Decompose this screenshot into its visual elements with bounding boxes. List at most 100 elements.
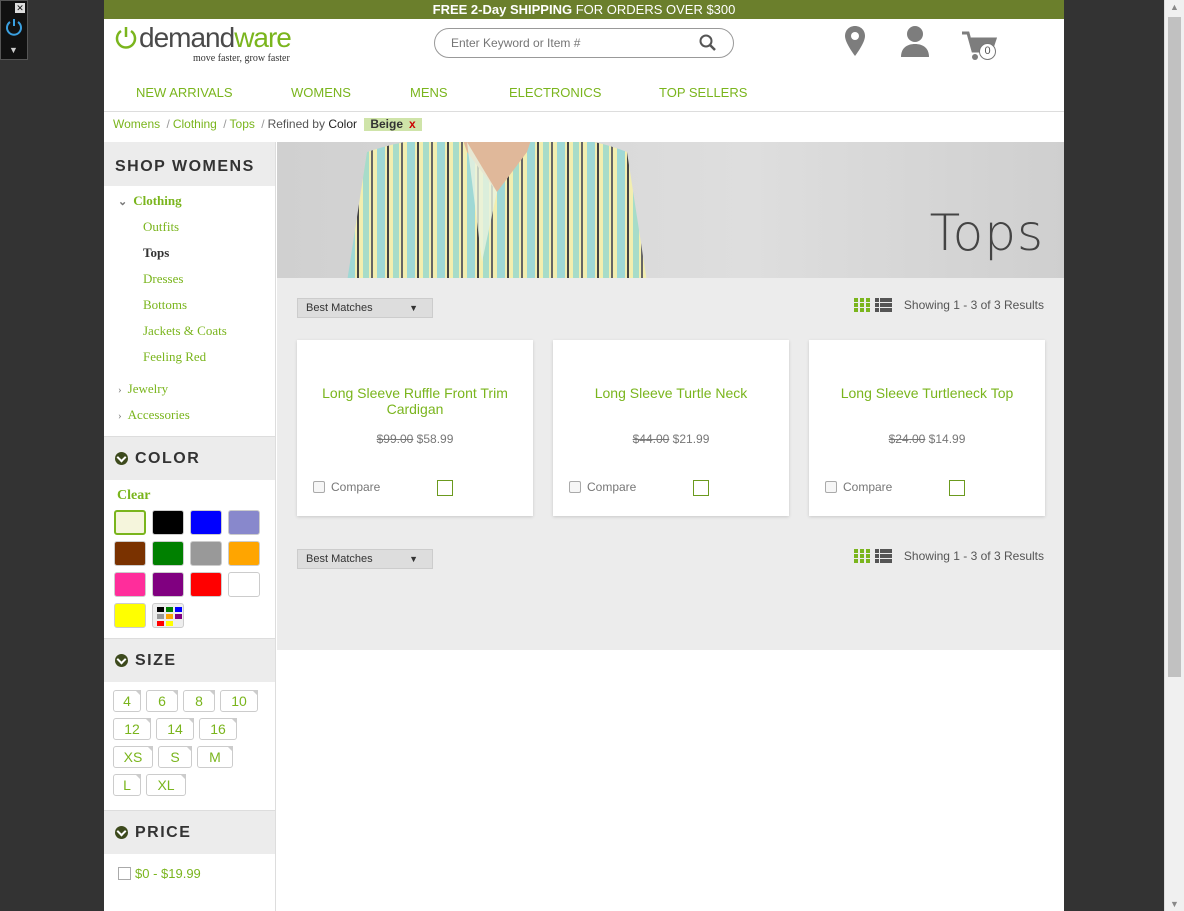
size-option[interactable]: XL bbox=[146, 774, 186, 796]
category-jewelry[interactable]: › Jewelry bbox=[104, 376, 275, 402]
compare-checkbox[interactable]: Compare bbox=[313, 480, 380, 494]
product-name[interactable]: Long Sleeve Turtle Neck bbox=[553, 340, 789, 432]
search-icon[interactable] bbox=[699, 34, 717, 52]
compare-checkbox[interactable]: Compare bbox=[569, 480, 636, 494]
nav-new-arrivals[interactable]: NEW ARRIVALS bbox=[136, 85, 291, 100]
wishlist-checkbox[interactable] bbox=[949, 480, 965, 496]
nav-electronics[interactable]: ELECTRONICS bbox=[509, 85, 659, 100]
breadcrumb-womens[interactable]: Womens bbox=[113, 117, 160, 131]
color-swatch[interactable] bbox=[114, 572, 146, 597]
account-icon[interactable] bbox=[900, 25, 930, 57]
sort-select-bottom[interactable]: Best Matches ▼ bbox=[297, 549, 433, 569]
scrollbar-thumb[interactable] bbox=[1168, 17, 1181, 677]
logo-tagline: move faster, grow faster bbox=[193, 53, 290, 64]
color-swatch[interactable] bbox=[228, 510, 260, 535]
size-option[interactable]: 16 bbox=[199, 718, 237, 740]
category-list: ⌄ Clothing Outfits Tops Dresses Bottoms J… bbox=[104, 188, 275, 436]
color-refinement-header[interactable]: COLOR bbox=[104, 436, 275, 480]
checkbox[interactable] bbox=[313, 481, 325, 493]
color-swatch[interactable] bbox=[152, 541, 184, 566]
breadcrumb-refine-attr: Color bbox=[328, 117, 357, 131]
color-swatch[interactable] bbox=[152, 603, 184, 628]
view-toggle-top[interactable] bbox=[854, 298, 892, 312]
nav-top-sellers[interactable]: TOP SELLERS bbox=[659, 85, 747, 100]
color-swatch[interactable] bbox=[190, 541, 222, 566]
category-dresses[interactable]: Dresses bbox=[104, 266, 275, 292]
product-list-price: $99.00 bbox=[376, 432, 414, 446]
color-swatch[interactable] bbox=[228, 572, 260, 597]
product-name[interactable]: Long Sleeve Turtleneck Top bbox=[809, 340, 1045, 432]
color-swatch[interactable] bbox=[190, 510, 222, 535]
color-swatch[interactable] bbox=[114, 541, 146, 566]
size-option[interactable]: 6 bbox=[146, 690, 178, 712]
size-option[interactable]: XS bbox=[113, 746, 153, 768]
category-outfits[interactable]: Outfits bbox=[104, 214, 275, 240]
product-grid-area: Best Matches ▼ Showing 1 - 3 of 3 Results… bbox=[277, 278, 1064, 650]
breadcrumb-tops[interactable]: Tops bbox=[230, 117, 255, 131]
category-clothing[interactable]: ⌄ Clothing bbox=[104, 188, 275, 214]
compare-checkbox[interactable]: Compare bbox=[825, 480, 892, 494]
price-checkbox[interactable] bbox=[118, 867, 131, 880]
wishlist-checkbox[interactable] bbox=[437, 480, 453, 496]
chevron-down-icon[interactable]: ▼ bbox=[9, 45, 18, 55]
power-logo-icon bbox=[115, 27, 137, 49]
color-swatches bbox=[104, 506, 275, 638]
product-name[interactable]: Long Sleeve Ruffle Front Trim Cardigan bbox=[297, 340, 533, 432]
product-tile[interactable]: Long Sleeve Ruffle Front Trim Cardigan $9… bbox=[297, 340, 533, 516]
remove-refinement-button[interactable]: x bbox=[409, 117, 416, 131]
dropdown-arrow-icon: ▼ bbox=[409, 303, 418, 313]
nav-womens[interactable]: WOMENS bbox=[291, 85, 410, 100]
size-option[interactable]: 10 bbox=[220, 690, 258, 712]
size-option[interactable]: L bbox=[113, 774, 141, 796]
scroll-up-arrow-icon[interactable]: ▲ bbox=[1170, 2, 1179, 12]
size-option[interactable]: 12 bbox=[113, 718, 151, 740]
size-option[interactable]: 4 bbox=[113, 690, 141, 712]
close-icon[interactable]: ✕ bbox=[15, 3, 25, 13]
size-option[interactable]: M bbox=[197, 746, 233, 768]
product-sale-price: $58.99 bbox=[416, 432, 454, 446]
clear-color-link[interactable]: Clear bbox=[104, 480, 275, 506]
price-option[interactable]: $0 - $19.99 bbox=[104, 854, 275, 881]
product-tile[interactable]: Long Sleeve Turtleneck Top $24.00 $14.99 C… bbox=[809, 340, 1045, 516]
product-tile[interactable]: Long Sleeve Turtle Neck $44.00 $21.99 Comp… bbox=[553, 340, 789, 516]
category-tops[interactable]: Tops bbox=[104, 240, 275, 266]
category-feeling-red[interactable]: Feeling Red bbox=[104, 344, 275, 370]
price-refinement-header[interactable]: PRICE bbox=[104, 810, 275, 854]
site-header: demandware move faster, grow faster 0 bbox=[104, 19, 1064, 73]
color-swatch[interactable] bbox=[114, 603, 146, 628]
chevron-down-icon: ⌄ bbox=[118, 196, 128, 208]
scroll-down-arrow-icon[interactable]: ▼ bbox=[1170, 899, 1179, 909]
size-option[interactable]: 14 bbox=[156, 718, 194, 740]
size-option[interactable]: 8 bbox=[183, 690, 215, 712]
site-logo[interactable]: demandware move faster, grow faster bbox=[113, 23, 292, 64]
sort-select-top[interactable]: Best Matches ▼ bbox=[297, 298, 433, 318]
grid-view-icon bbox=[854, 298, 870, 312]
wishlist-checkbox[interactable] bbox=[693, 480, 709, 496]
dev-toolbar-widget[interactable]: ✕ ▼ bbox=[0, 0, 28, 60]
search-box bbox=[434, 28, 734, 58]
collapse-icon bbox=[115, 826, 128, 839]
category-bottoms[interactable]: Bottoms bbox=[104, 292, 275, 318]
breadcrumb-clothing[interactable]: Clothing bbox=[173, 117, 217, 131]
store-locator-icon[interactable] bbox=[844, 25, 866, 57]
checkbox[interactable] bbox=[825, 481, 837, 493]
color-swatch[interactable] bbox=[114, 510, 146, 535]
color-swatch[interactable] bbox=[228, 541, 260, 566]
color-swatch[interactable] bbox=[190, 572, 222, 597]
collapse-icon bbox=[115, 452, 128, 465]
category-accessories[interactable]: › Accessories bbox=[104, 402, 275, 428]
category-jackets-coats[interactable]: Jackets & Coats bbox=[104, 318, 275, 344]
color-title: COLOR bbox=[135, 449, 201, 467]
view-toggle-bottom[interactable] bbox=[854, 549, 892, 563]
search-input[interactable] bbox=[451, 36, 691, 50]
color-swatch[interactable] bbox=[152, 572, 184, 597]
page-scrollbar[interactable]: ▲ ▼ bbox=[1164, 0, 1184, 911]
page: FREE 2-Day SHIPPING FOR ORDERS OVER $300… bbox=[104, 0, 1064, 911]
size-refinement-header[interactable]: SIZE bbox=[104, 638, 275, 682]
checkbox[interactable] bbox=[569, 481, 581, 493]
size-option[interactable]: S bbox=[158, 746, 192, 768]
nav-mens[interactable]: MENS bbox=[410, 85, 509, 100]
banner-title: Tops bbox=[929, 204, 1044, 262]
color-swatch[interactable] bbox=[152, 510, 184, 535]
promo-text: FOR ORDERS OVER $300 bbox=[575, 2, 736, 17]
